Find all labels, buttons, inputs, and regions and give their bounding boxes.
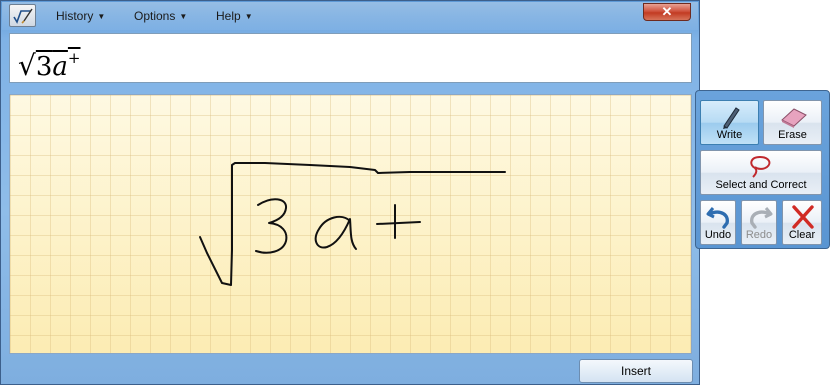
red-x-icon	[783, 203, 821, 229]
clear-label: Clear	[788, 229, 816, 241]
pen-toolbar: Write Erase Select and Correct Undo Redo…	[695, 90, 830, 249]
preview-radical: √	[18, 49, 36, 82]
select-and-correct-button[interactable]: Select and Correct	[700, 150, 822, 195]
clear-button[interactable]: Clear	[782, 200, 822, 245]
menu-options-label: Options	[134, 9, 176, 23]
preview-digit: 3	[35, 52, 53, 82]
menu-history[interactable]: History ▼	[56, 9, 105, 23]
math-input-icon[interactable]	[9, 4, 36, 27]
close-button[interactable]: ✕	[643, 3, 691, 21]
erase-label: Erase	[778, 129, 807, 141]
write-button[interactable]: Write	[700, 100, 759, 145]
redo-label: Redo	[745, 229, 773, 241]
menu-options[interactable]: Options ▼	[134, 9, 187, 23]
select-and-correct-label: Select and Correct	[715, 179, 807, 191]
menu-help[interactable]: Help ▼	[216, 9, 253, 23]
undo-label: Undo	[704, 229, 732, 241]
lasso-icon	[701, 153, 821, 179]
eraser-icon	[764, 103, 821, 129]
redo-button[interactable]: Redo	[741, 200, 777, 245]
undo-arrow-icon	[701, 203, 735, 229]
handwritten-ink	[199, 162, 506, 286]
menu-help-label: Help	[216, 9, 241, 23]
insert-button[interactable]: Insert	[579, 359, 693, 383]
preview-variable: a	[52, 52, 68, 82]
recognition-preview: √3a+	[9, 33, 692, 83]
undo-button[interactable]: Undo	[700, 200, 736, 245]
pen-icon	[701, 103, 758, 129]
chevron-down-icon: ▼	[97, 11, 106, 21]
chevron-down-icon: ▼	[244, 11, 253, 21]
redo-arrow-icon	[742, 203, 776, 229]
math-input-panel-window: History ▼ Options ▼ Help ▼ ✕ √3a+ Insert	[0, 0, 700, 385]
erase-button[interactable]: Erase	[763, 100, 822, 145]
preview-superscript: +	[67, 49, 81, 67]
chevron-down-icon: ▼	[179, 11, 188, 21]
menu-history-label: History	[56, 9, 94, 23]
writing-pad[interactable]	[9, 94, 692, 354]
write-label: Write	[716, 129, 743, 141]
